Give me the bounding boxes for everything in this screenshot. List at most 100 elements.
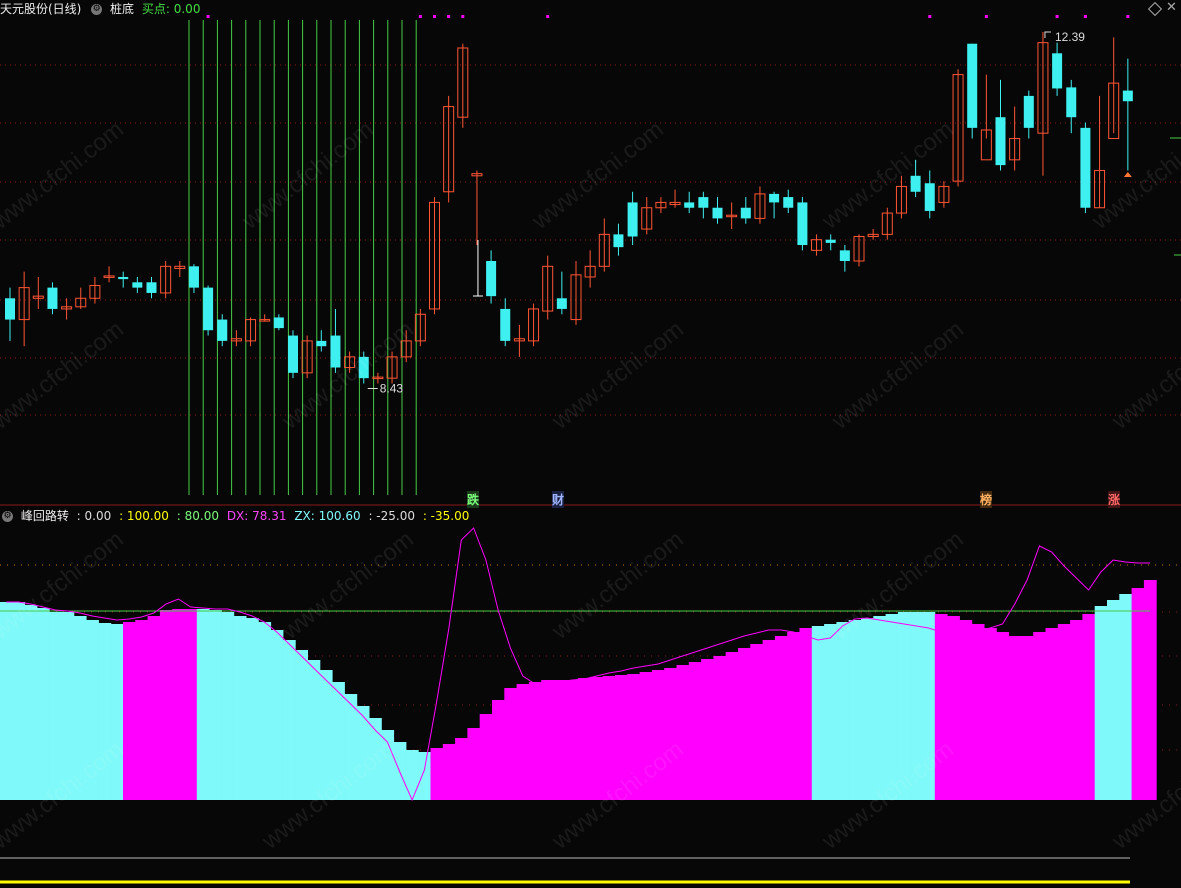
- area-bar: [1119, 594, 1133, 800]
- candle-body: [288, 335, 298, 373]
- area-bar: [246, 618, 259, 800]
- area-bar: [861, 618, 874, 800]
- candle-body: [1066, 87, 1077, 118]
- candle-body: [910, 175, 921, 192]
- area-bar: [664, 668, 677, 800]
- area-bar: [184, 609, 198, 800]
- signal-dot: [206, 15, 210, 18]
- candle-body: [118, 276, 129, 280]
- area-bar: [590, 677, 604, 800]
- candle-body: [1023, 95, 1034, 128]
- area-bar: [307, 660, 321, 800]
- bv-4: ZX: 100.60: [294, 509, 361, 523]
- area-bar: [36, 608, 50, 800]
- area-bar: [172, 609, 185, 800]
- watermark-text: www.cfchi.com: [526, 116, 668, 236]
- area-bar: [455, 738, 468, 800]
- area-bar: [159, 610, 173, 800]
- signal-dot: [447, 15, 451, 18]
- candle-body: [1080, 127, 1091, 208]
- area-bar: [762, 640, 776, 800]
- area-bar: [1033, 632, 1046, 800]
- bv-1: : 100.00: [119, 509, 169, 523]
- watermark-text: www.cfchi.com: [236, 116, 378, 236]
- area-bar: [135, 620, 149, 800]
- chart-svg: 12.39 8.43 www.cfchi.com www.cfchi.com www.c…: [0, 15, 1181, 884]
- candle-body: [825, 239, 836, 243]
- area-bar: [959, 620, 973, 800]
- area-bar: [123, 622, 136, 800]
- high-arrow: [1044, 31, 1051, 38]
- area-bar: [282, 640, 296, 800]
- area-bar: [541, 680, 554, 800]
- area-bar: [578, 678, 591, 800]
- candle-body: [203, 287, 214, 331]
- area-bar: [774, 636, 788, 800]
- area-bar: [1107, 600, 1120, 800]
- area-bar: [295, 650, 308, 800]
- area-bar: [393, 742, 407, 800]
- candle-body: [924, 183, 935, 211]
- settings-icon[interactable]: ⚙: [91, 4, 103, 15]
- area-bar: [467, 728, 481, 800]
- bottom-panel-header: ⚙ 峰回路转 : 0.00 : 100.00 : 80.00 DX: 78.31…: [0, 507, 473, 525]
- candle-body: [712, 207, 723, 219]
- candle-body: [132, 282, 143, 288]
- watermark-text: www.cfchi.com: [0, 316, 129, 436]
- area-bar: [196, 609, 210, 800]
- watermark-text: www.cfchi.com: [0, 116, 129, 236]
- candle-body: [330, 335, 341, 368]
- candle-body: [486, 261, 497, 297]
- area-bar: [725, 652, 739, 800]
- candle-body: [627, 202, 638, 237]
- watermark-text: www.cfchi.com: [1106, 316, 1181, 436]
- candle-body: [740, 207, 751, 219]
- area-bar: [688, 662, 702, 800]
- candle-body: [556, 298, 567, 309]
- chart-stage: { "top_panel": { "stock_name": "天元股份(日线)…: [0, 0, 1181, 888]
- high-label: 12.39: [1055, 30, 1085, 44]
- candle-body: [1052, 53, 1063, 89]
- low-label: 8.43: [380, 381, 404, 395]
- close-icon[interactable]: ✕: [1166, 0, 1177, 15]
- area-bar: [836, 622, 850, 800]
- area-bar: [221, 612, 235, 800]
- candle-body: [684, 202, 695, 208]
- area-bar: [811, 626, 825, 800]
- area-bar: [430, 748, 444, 800]
- area-bar: [209, 610, 222, 800]
- area-bar: [1131, 588, 1145, 800]
- area-bar: [24, 605, 38, 800]
- area-bar: [848, 620, 862, 800]
- area-bar: [504, 688, 518, 800]
- candle-body: [217, 319, 228, 341]
- candle-body: [188, 266, 199, 288]
- candle-body: [613, 234, 624, 248]
- candle-body: [797, 202, 808, 246]
- area-bar: [49, 612, 62, 800]
- top-panel-header: 天元股份(日线) ⚙ 桩底 买点: 0.00: [0, 0, 204, 18]
- signal-dot: [461, 15, 465, 18]
- area-bar: [528, 682, 542, 800]
- candle-body: [769, 193, 780, 203]
- candle-body: [5, 298, 15, 320]
- candle-body: [273, 317, 284, 329]
- area-bar: [701, 659, 714, 800]
- signal-dot: [1055, 15, 1059, 18]
- area-bar: [147, 616, 161, 800]
- bv-6: : -35.00: [422, 509, 470, 523]
- area-bar: [516, 684, 530, 800]
- area-bar: [1070, 620, 1083, 800]
- area-bar: [676, 665, 690, 800]
- area-bar: [971, 624, 985, 800]
- area-bar: [1094, 606, 1108, 800]
- settings-icon[interactable]: ⚙: [2, 511, 13, 522]
- annotation-zhang: 涨: [1108, 491, 1121, 508]
- bv-5: : -25.00: [368, 509, 415, 523]
- signal-dot: [928, 15, 932, 18]
- area-bar: [479, 714, 493, 800]
- area-bar: [787, 632, 800, 800]
- buy-point-value: 买点: 0.00: [141, 2, 201, 16]
- area-bar: [442, 744, 456, 800]
- area-bar: [553, 680, 567, 800]
